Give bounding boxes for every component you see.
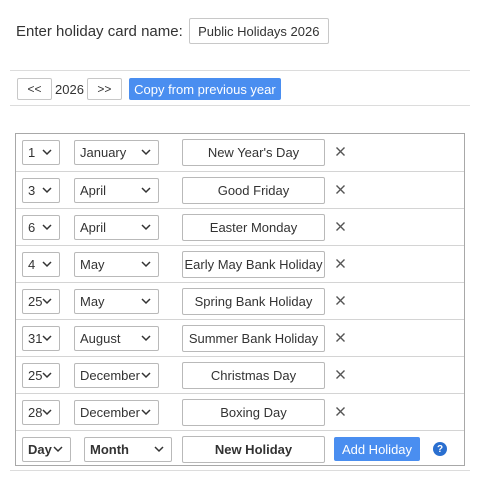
- chevron-down-icon: [139, 368, 153, 382]
- day-value: 3: [28, 183, 36, 198]
- chevron-down-icon: [40, 145, 54, 159]
- chevron-down-icon: [40, 368, 54, 382]
- divider: [10, 470, 470, 471]
- new-month-placeholder: Month: [90, 442, 129, 457]
- day-value: 6: [28, 220, 36, 235]
- holiday-row: 1 January New Year's Day: [16, 134, 464, 171]
- holiday-name-input[interactable]: Boxing Day: [182, 399, 325, 426]
- divider: [10, 105, 470, 106]
- close-icon[interactable]: [334, 294, 347, 307]
- chevron-down-icon: [40, 220, 54, 234]
- day-select[interactable]: 6: [22, 215, 60, 240]
- current-year: 2026: [55, 81, 84, 97]
- day-select[interactable]: 4: [22, 252, 60, 277]
- day-select[interactable]: 1: [22, 140, 60, 165]
- close-icon[interactable]: [334, 331, 347, 344]
- holiday-table: 1 January New Year's Day 3 April Good Friday 6…: [15, 133, 465, 466]
- month-value: May: [80, 257, 105, 272]
- chevron-down-icon: [40, 183, 54, 197]
- day-value: 1: [28, 145, 36, 160]
- copy-previous-year-button[interactable]: Copy from previous year: [128, 78, 281, 100]
- year-navigation: << 2026 >> Copy from previous year: [17, 78, 281, 100]
- day-select[interactable]: 25: [22, 289, 60, 314]
- close-icon[interactable]: [334, 257, 347, 270]
- divider: [10, 70, 470, 71]
- chevron-down-icon: [139, 257, 153, 271]
- holiday-row: 28 December Boxing Day: [16, 393, 464, 430]
- month-value: August: [80, 331, 121, 346]
- holiday-name-input[interactable]: Early May Bank Holiday: [182, 251, 325, 278]
- holiday-row: 6 April Easter Monday: [16, 208, 464, 245]
- day-select[interactable]: 28: [22, 400, 60, 425]
- chevron-down-icon: [40, 405, 54, 419]
- chevron-down-icon: [139, 145, 153, 159]
- day-value: 4: [28, 257, 36, 272]
- month-value: April: [80, 183, 107, 198]
- month-select[interactable]: May: [74, 289, 159, 314]
- chevron-down-icon: [40, 257, 54, 271]
- holiday-row: 4 May Early May Bank Holiday: [16, 245, 464, 282]
- card-name-input[interactable]: [188, 18, 329, 44]
- new-month-select[interactable]: Month: [84, 437, 172, 462]
- month-value: December: [80, 405, 140, 420]
- month-select[interactable]: December: [74, 400, 159, 425]
- day-select[interactable]: 25: [22, 363, 60, 388]
- month-value: January: [80, 145, 127, 160]
- close-icon[interactable]: [334, 368, 347, 381]
- month-select[interactable]: December: [74, 363, 159, 388]
- chevron-down-icon: [51, 442, 65, 456]
- month-select[interactable]: April: [74, 178, 159, 203]
- holiday-name-input[interactable]: Summer Bank Holiday: [182, 325, 325, 352]
- close-icon[interactable]: [334, 220, 347, 233]
- card-name-row: Enter holiday card name:: [16, 18, 329, 44]
- month-select[interactable]: January: [74, 140, 159, 165]
- add-holiday-button[interactable]: Add Holiday: [334, 437, 420, 461]
- day-select[interactable]: 3: [22, 178, 60, 203]
- close-icon[interactable]: [334, 183, 347, 196]
- close-icon[interactable]: [334, 145, 347, 158]
- holiday-row: 25 May Spring Bank Holiday: [16, 282, 464, 319]
- chevron-down-icon: [40, 331, 54, 345]
- chevron-down-icon: [40, 294, 54, 308]
- new-holiday-row: Day Month New Holiday Add Holiday ?: [16, 430, 464, 467]
- holiday-name-input[interactable]: Easter Monday: [182, 214, 325, 241]
- holiday-name-input[interactable]: Christmas Day: [182, 362, 325, 389]
- close-icon[interactable]: [334, 405, 347, 418]
- month-select[interactable]: May: [74, 252, 159, 277]
- chevron-down-icon: [139, 294, 153, 308]
- month-value: May: [80, 294, 105, 309]
- new-day-placeholder: Day: [28, 442, 52, 457]
- holiday-row: 3 April Good Friday: [16, 171, 464, 208]
- holiday-row: 31 August Summer Bank Holiday: [16, 319, 464, 356]
- day-select[interactable]: 31: [22, 326, 60, 351]
- holiday-name-input[interactable]: Spring Bank Holiday: [182, 288, 325, 315]
- help-icon[interactable]: ?: [433, 442, 447, 456]
- next-year-button[interactable]: >>: [86, 78, 122, 100]
- month-select[interactable]: April: [74, 215, 159, 240]
- chevron-down-icon: [152, 442, 166, 456]
- card-name-label: Enter holiday card name:: [16, 22, 183, 40]
- holiday-name-input[interactable]: Good Friday: [182, 177, 325, 204]
- previous-year-button[interactable]: <<: [17, 78, 52, 100]
- month-value: April: [80, 220, 107, 235]
- new-day-select[interactable]: Day: [22, 437, 71, 462]
- month-select[interactable]: August: [74, 326, 159, 351]
- new-holiday-name-input[interactable]: New Holiday: [182, 436, 325, 463]
- chevron-down-icon: [139, 183, 153, 197]
- month-value: December: [80, 368, 140, 383]
- holiday-name-input[interactable]: New Year's Day: [182, 139, 325, 166]
- chevron-down-icon: [139, 220, 153, 234]
- chevron-down-icon: [139, 405, 153, 419]
- chevron-down-icon: [139, 331, 153, 345]
- holiday-row: 25 December Christmas Day: [16, 356, 464, 393]
